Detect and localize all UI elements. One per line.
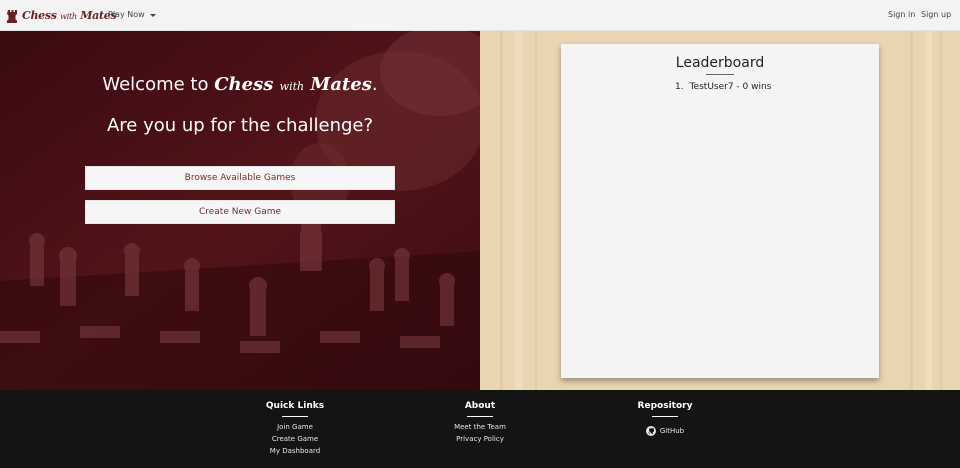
meet-team-link[interactable]: Meet the Team <box>420 421 540 433</box>
footer: Quick Links Join Game Create Game My Das… <box>0 390 960 468</box>
entry-rank: 1. <box>675 82 684 92</box>
github-icon <box>645 426 656 436</box>
about-heading: About <box>464 401 496 411</box>
create-game-button[interactable]: Create New Game <box>85 200 395 224</box>
leaderboard-entry: 1. TestUser7 - 0 wins <box>675 82 771 92</box>
privacy-policy-link[interactable]: Privacy Policy <box>420 433 540 445</box>
leaderboard-list: 1. TestUser7 - 0 wins <box>675 82 771 92</box>
footer-quick-links: Quick Links Join Game Create Game My Das… <box>235 401 355 457</box>
join-game-link[interactable]: Join Game <box>235 421 355 433</box>
title-divider <box>706 74 734 75</box>
hero-section: Welcome to Chess with Mates. Are you up … <box>0 31 480 390</box>
repository-heading: Repository <box>637 401 693 411</box>
play-now-dropdown[interactable]: Play Now <box>108 10 156 19</box>
my-dashboard-link[interactable]: My Dashboard <box>235 445 355 457</box>
heading-divider <box>652 416 678 417</box>
brand-logo[interactable]: Chess with Mates <box>7 7 117 24</box>
footer-repository: Repository GitHub <box>605 401 725 440</box>
entry-text: TestUser7 - 0 wins <box>689 82 772 92</box>
heading-divider <box>282 416 308 417</box>
welcome-heading: Welcome to Chess with Mates. <box>102 74 378 95</box>
github-label: GitHub <box>659 427 685 435</box>
brand-name: Chess with Mates <box>22 9 117 22</box>
play-now-label: Play Now <box>108 10 145 19</box>
heading-divider <box>467 416 493 417</box>
browse-games-button[interactable]: Browse Available Games <box>85 166 395 190</box>
leaderboard-section: Leaderboard 1. TestUser7 - 0 wins <box>480 31 960 390</box>
leaderboard-title: Leaderboard <box>675 55 765 71</box>
top-navbar: Chess with Mates Play Now Sign in Sign u… <box>0 0 960 31</box>
leaderboard-card: Leaderboard 1. TestUser7 - 0 wins <box>561 44 879 378</box>
rook-icon <box>7 9 17 23</box>
challenge-heading: Are you up for the challenge? <box>106 115 374 136</box>
sign-in-link[interactable]: Sign in <box>888 10 915 19</box>
github-link[interactable]: GitHub <box>645 425 685 437</box>
quick-links-heading: Quick Links <box>265 401 325 411</box>
sign-up-link[interactable]: Sign up <box>921 10 951 19</box>
create-game-link[interactable]: Create Game <box>235 433 355 445</box>
brand-inline: Chess with Mates <box>214 74 372 95</box>
footer-about: About Meet the Team Privacy Policy <box>420 401 540 445</box>
chevron-down-icon <box>149 13 156 17</box>
